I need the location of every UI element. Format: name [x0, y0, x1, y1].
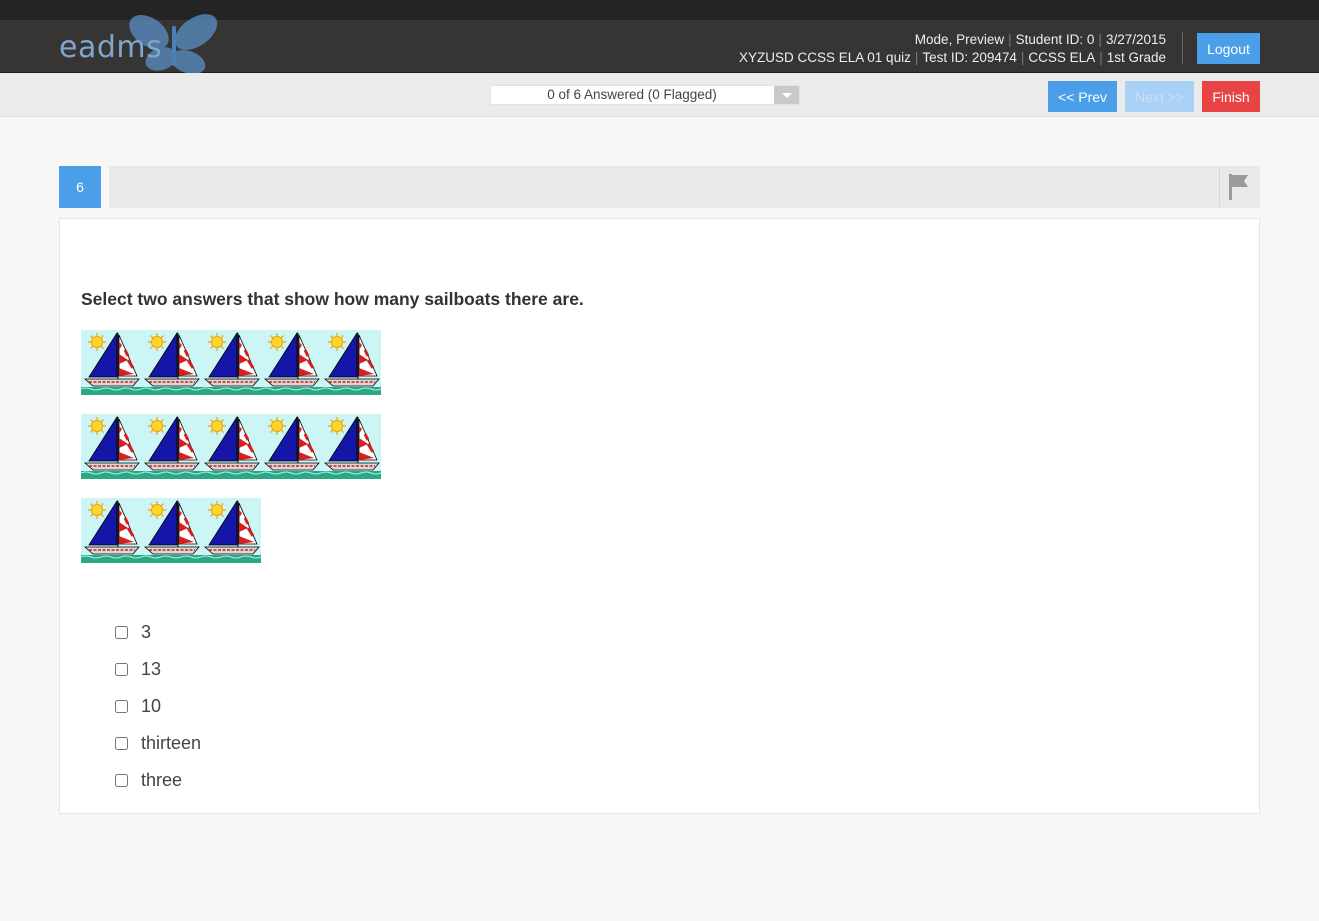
info-line-1: Mode, Preview | Student ID: 0 | 3/27/2015 — [914, 32, 1166, 47]
info-line-2: XYZUSD CCSS ELA 01 quiz | Test ID: 209474 |… — [739, 50, 1166, 65]
answer-label: 3 — [141, 622, 152, 642]
next-button[interactable]: Next >> — [1125, 81, 1194, 112]
chevron-down-icon[interactable] — [774, 86, 799, 104]
progress-text: 0 of 6 Answered (0 Flagged) — [547, 87, 717, 102]
answer-option-3[interactable]: 10 — [115, 688, 201, 725]
sailboat-image — [321, 330, 381, 395]
header-divider — [1182, 32, 1183, 64]
question-number: 6 — [59, 166, 101, 208]
answer-option-4[interactable]: thirteen — [115, 725, 201, 762]
sailboat-image — [321, 414, 381, 479]
sailboat-image — [261, 414, 321, 479]
progress-dropdown[interactable]: 0 of 6 Answered (0 Flagged) — [490, 85, 800, 105]
finish-button[interactable]: Finish — [1202, 81, 1260, 112]
answer-checkbox[interactable] — [115, 663, 128, 676]
logout-button[interactable]: Logout — [1197, 33, 1260, 64]
date-label: 3/27/2015 — [1105, 32, 1166, 47]
mode-label: Mode, Preview — [914, 32, 1005, 47]
test-id: Test ID: 209474 — [922, 50, 1017, 65]
eadms-logo: eadms — [56, 4, 236, 75]
answer-checkbox[interactable] — [115, 626, 128, 639]
flag-divider — [1219, 168, 1220, 206]
grade-label: 1st Grade — [1106, 50, 1166, 65]
flag-icon[interactable] — [1228, 173, 1250, 201]
question-navbar: 0 of 6 Answered (0 Flagged) << Prev Next… — [0, 73, 1319, 117]
sailboat-row-3 — [81, 498, 261, 563]
sailboat-image — [201, 498, 261, 563]
answer-label: 10 — [141, 696, 162, 716]
sailboat-image — [81, 414, 141, 479]
sailboat-row-1 — [81, 330, 381, 395]
sailboat-image — [201, 414, 261, 479]
question-prompt: Select two answers that show how many sa… — [81, 289, 584, 309]
answer-label: thirteen — [141, 733, 202, 753]
answer-label: three — [141, 770, 183, 790]
question-header: 6 — [59, 166, 1260, 208]
sailboat-image — [141, 330, 201, 395]
sailboat-image — [141, 414, 201, 479]
answer-label: 13 — [141, 659, 162, 679]
test-info: Mode, Preview | Student ID: 0 | 3/27/2015 XY… — [739, 31, 1166, 67]
quiz-name: XYZUSD CCSS ELA 01 quiz — [739, 50, 911, 65]
answer-checkbox[interactable] — [115, 700, 128, 713]
sailboat-image — [141, 498, 201, 563]
sailboat-image — [201, 330, 261, 395]
logo-text: eadms — [59, 30, 163, 65]
student-id: Student ID: 0 — [1015, 32, 1095, 47]
question-body: Select two answers that show how many sa… — [59, 218, 1260, 814]
sailboat-image — [261, 330, 321, 395]
subject-label: CCSS ELA — [1028, 50, 1096, 65]
app-header: eadms Mode, Preview | Student ID: 0 | 3/27/2… — [0, 14, 1319, 75]
answer-checkbox[interactable] — [115, 774, 128, 787]
question-header-bar — [109, 166, 1260, 208]
answer-option-5[interactable]: three — [115, 762, 201, 799]
answer-option-2[interactable]: 13 — [115, 651, 201, 688]
sailboat-image — [81, 330, 141, 395]
answer-checkbox[interactable] — [115, 737, 128, 750]
sailboat-image — [81, 498, 141, 563]
sailboat-row-2 — [81, 414, 381, 479]
answer-options: 3 13 10 thirteen three — [115, 614, 201, 799]
prev-button[interactable]: << Prev — [1048, 81, 1117, 112]
answer-option-1[interactable]: 3 — [115, 614, 201, 651]
